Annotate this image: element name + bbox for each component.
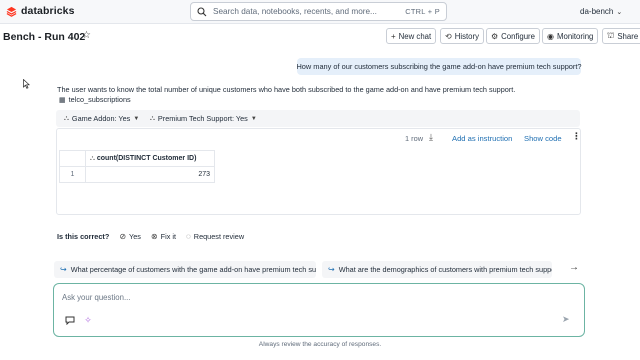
show-code-link[interactable]: Show code <box>524 134 562 143</box>
row-index: 1 <box>59 166 86 183</box>
feedback-yes-label: Yes <box>129 231 141 241</box>
configure-button[interactable]: ⚙ Configure <box>486 28 540 44</box>
new-chat-button[interactable]: + New chat <box>386 28 437 44</box>
history-label: History <box>454 31 479 41</box>
table-reference-link[interactable]: ▦ telco_subscriptions <box>59 95 131 104</box>
mouse-cursor-icon <box>23 79 30 89</box>
more-options-icon[interactable]: ⋮ <box>572 131 581 142</box>
share-label: Share <box>617 31 639 41</box>
sparkle-icon[interactable]: ✧ <box>82 314 94 326</box>
filter-chip-game-addon[interactable]: ⛬ Game Addon: Yes ▼ <box>64 112 139 125</box>
plus-icon: + <box>391 31 396 41</box>
row-index-header <box>59 150 86 167</box>
table-name: telco_subscriptions <box>68 95 131 104</box>
page-header: Bench - Run 402 ☆ + New chat ⟲ History ⚙… <box>0 25 640 47</box>
search-input[interactable]: Search data, notebooks, recents, and mor… <box>190 2 447 21</box>
result-table: ⛬ count(DISTINCT Customer ID) 1 273 <box>59 150 215 183</box>
user-message: How many of our customers subscribing th… <box>296 58 582 75</box>
comment-icon: ◌ <box>186 231 191 241</box>
check-circle-icon: ⊘ <box>119 231 127 241</box>
table-icon: ▦ <box>59 96 66 104</box>
star-icon[interactable]: ☆ <box>82 30 91 41</box>
suggestion-chip[interactable]: ↪ What are the demographics of customers… <box>322 261 552 278</box>
feedback-fix-button[interactable]: ⊗ Fix it <box>151 232 176 241</box>
column-header-label: count(DISTINCT Customer ID) <box>96 154 197 162</box>
chevron-down-icon: ⌄ <box>616 8 623 16</box>
reply-arrow-icon: ↪ <box>328 265 335 274</box>
filter-icon: ⛬ <box>64 114 69 122</box>
feedback-question: Is this correct? <box>57 231 110 241</box>
eye-icon: ◉ <box>547 31 554 41</box>
filter-chip-label: Premium Tech Support: Yes <box>157 114 248 123</box>
download-icon[interactable]: ⤓ <box>429 132 433 143</box>
feedback-bar: Is this correct? ⊘ Yes ⊗ Fix it ◌ Reques… <box>57 230 254 242</box>
history-button[interactable]: ⟲ History <box>440 28 484 44</box>
chevron-down-icon: ▼ <box>133 115 140 122</box>
monitoring-button[interactable]: ◉ Monitoring <box>542 28 599 44</box>
send-icon[interactable]: ➤ <box>562 314 570 325</box>
arrow-right-icon[interactable]: → <box>569 262 579 273</box>
feedback-yes-button[interactable]: ⊘ Yes <box>119 232 141 241</box>
table-cell: 273 <box>85 166 215 183</box>
feedback-fix-label: Fix it <box>160 231 177 241</box>
databricks-logo-icon <box>6 6 17 17</box>
share-button[interactable]: ⛫ Share <box>602 28 640 44</box>
table-header-row: ⛬ count(DISTINCT Customer ID) <box>59 150 215 167</box>
filter-icon: ⛬ <box>150 114 155 122</box>
lock-icon: ⛫ <box>607 31 615 40</box>
question-input[interactable]: Ask your question... <box>62 293 130 302</box>
workspace-label: da-bench <box>580 7 614 16</box>
x-circle-icon: ⊗ <box>150 231 158 241</box>
row-count: 1 row <box>405 134 424 143</box>
chevron-down-icon: ▼ <box>250 115 257 122</box>
question-composer[interactable] <box>53 283 585 337</box>
add-as-instruction-link[interactable]: Add as instruction <box>452 134 512 143</box>
reply-arrow-icon: ↪ <box>60 265 67 274</box>
brand-name: databricks <box>21 5 75 17</box>
aggregate-icon: ⛬ <box>90 154 95 162</box>
history-icon: ⟲ <box>445 31 452 41</box>
assistant-answer: The user wants to know the total number … <box>57 85 516 94</box>
search-placeholder: Search data, notebooks, recents, and mor… <box>213 7 377 16</box>
filter-bar: ⛬ Game Addon: Yes ▼ ⛬ Premium Tech Suppo… <box>56 110 580 127</box>
chat-bubble-icon[interactable] <box>64 314 76 326</box>
disclaimer-text: Always review the accuracy of responses. <box>258 341 382 348</box>
suggestion-text: What percentage of customers with the ga… <box>70 265 316 274</box>
search-shortcut: CTRL + P <box>405 7 440 16</box>
suggestion-text: What are the demographics of customers w… <box>338 265 552 274</box>
filter-chip-premium-tech-support[interactable]: ⛬ Premium Tech Support: Yes ▼ <box>150 112 257 125</box>
suggestion-chip[interactable]: ↪ What percentage of customers with the … <box>54 261 316 278</box>
request-review-button[interactable]: ◌ Request review <box>186 232 244 241</box>
workspace-selector[interactable]: da-bench ⌄ <box>580 7 622 16</box>
monitoring-label: Monitoring <box>556 31 594 41</box>
column-header[interactable]: ⛬ count(DISTINCT Customer ID) <box>85 150 215 167</box>
configure-label: Configure <box>501 31 535 41</box>
request-review-label: Request review <box>193 231 245 241</box>
search-icon <box>197 6 207 16</box>
gear-icon: ⚙ <box>491 31 499 41</box>
table-row: 1 273 <box>59 166 215 183</box>
page-title: Bench - Run 402 <box>3 31 86 43</box>
databricks-logo[interactable]: databricks <box>6 5 75 17</box>
top-bar: databricks Search data, notebooks, recen… <box>0 0 640 24</box>
new-chat-label: New chat <box>398 31 432 41</box>
filter-chip-label: Game Addon: Yes <box>71 114 131 123</box>
